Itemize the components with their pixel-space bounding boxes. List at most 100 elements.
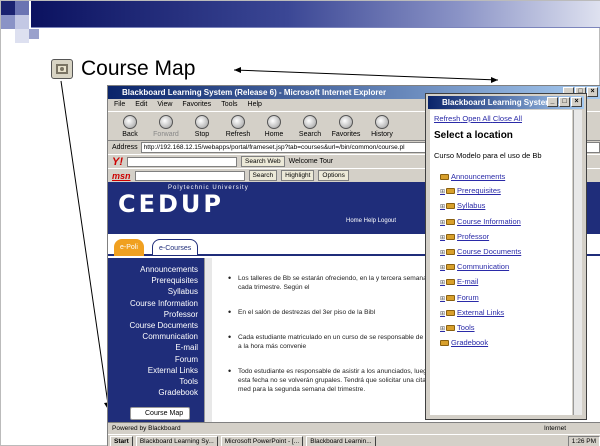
- back-button[interactable]: Back: [112, 115, 148, 140]
- open-all-link[interactable]: Open All: [462, 114, 490, 123]
- refresh-link[interactable]: Refresh: [434, 114, 460, 123]
- expand-icon[interactable]: ⊞: [440, 296, 445, 302]
- site-logo: CEDUP: [118, 190, 225, 218]
- history-button[interactable]: History: [364, 115, 400, 140]
- yahoo-search-input[interactable]: [127, 156, 237, 167]
- browser-title: Blackboard Learning System (Release 6) -…: [122, 88, 387, 97]
- home-icon: [267, 115, 281, 129]
- history-icon: [375, 115, 389, 129]
- course-title[interactable]: Curso Modelo para el uso de Bb: [434, 151, 568, 160]
- stop-label: Stop: [194, 131, 210, 138]
- nav-professor[interactable]: Professor: [108, 309, 204, 320]
- course-map-button[interactable]: Course Map: [130, 407, 190, 420]
- tree-item-label: Course Documents: [457, 247, 522, 257]
- tree-item-external-links[interactable]: ⊞ External Links: [434, 306, 568, 321]
- nav-tools[interactable]: Tools: [108, 376, 204, 387]
- status-zone: Internet: [543, 425, 566, 432]
- menu-edit[interactable]: Edit: [135, 99, 147, 111]
- msn-search-input[interactable]: [134, 170, 245, 181]
- tree-item-label: E-mail: [457, 277, 479, 287]
- favorites-button[interactable]: Favorites: [328, 115, 364, 140]
- tree-item-label: External Links: [457, 307, 505, 317]
- tree-item-label: Professor: [457, 231, 490, 241]
- status-bar: Powered by Blackboard Internet: [108, 422, 600, 433]
- task-blackboard-2[interactable]: Blackboard Learnin...: [306, 436, 376, 446]
- msn-highlight-button[interactable]: Highlight: [281, 170, 315, 181]
- course-menu-scrollbar[interactable]: [204, 258, 212, 422]
- nav-course-information[interactable]: Course Information: [108, 298, 204, 309]
- popup-maximize-icon[interactable]: □: [559, 97, 570, 107]
- clock: 1:26 PM: [567, 436, 600, 446]
- folder-icon: [446, 325, 456, 332]
- expand-icon[interactable]: ⊞: [440, 311, 445, 317]
- announcement-list: Los talleres de Bb se estarán ofreciendo…: [228, 274, 448, 410]
- nav-announcements[interactable]: Announcements: [108, 264, 204, 275]
- folder-icon: [446, 264, 456, 271]
- tree-item-course-information[interactable]: ⊞ Course Information: [434, 215, 568, 230]
- stop-button[interactable]: Stop: [184, 115, 220, 140]
- nav-forum[interactable]: Forum: [108, 354, 204, 365]
- folder-icon: [440, 174, 449, 181]
- task-powerpoint[interactable]: Microsoft PowerPoint - [...: [220, 436, 304, 446]
- expand-icon[interactable]: ⊞: [440, 204, 445, 210]
- popup-scrollbar[interactable]: [573, 110, 582, 415]
- taskbar: Start Blackboard Learning Sy... Microsof…: [108, 434, 600, 446]
- popup-heading: Select a location: [434, 130, 513, 141]
- nav-gradebook[interactable]: Gradebook: [108, 387, 204, 398]
- back-label: Back: [122, 131, 138, 138]
- folder-icon: [446, 218, 456, 225]
- popup-title: Blackboard Learning System...: [442, 98, 559, 107]
- tree-item-e-mail[interactable]: ⊞ E-mail: [434, 275, 568, 290]
- tab-e-poli[interactable]: e-Poli: [114, 239, 144, 256]
- popup-close-icon[interactable]: ×: [571, 97, 582, 107]
- menu-tools[interactable]: Tools: [221, 99, 237, 111]
- header-links[interactable]: Home Help Logout: [346, 218, 396, 224]
- forward-button[interactable]: Forward: [148, 115, 184, 140]
- nav-syllabus[interactable]: Syllabus: [108, 286, 204, 297]
- nav-prerequisites[interactable]: Prerequisites: [108, 275, 204, 286]
- nav-external-links[interactable]: External Links: [108, 365, 204, 376]
- menu-file[interactable]: File: [114, 99, 125, 111]
- tree-item-communication[interactable]: ⊞ Communication: [434, 260, 568, 275]
- start-button[interactable]: Start: [110, 436, 133, 446]
- expand-icon[interactable]: ⊞: [440, 280, 445, 286]
- home-button[interactable]: Home: [256, 115, 292, 140]
- nav-e-mail[interactable]: E-mail: [108, 342, 204, 353]
- msn-options-button[interactable]: Options: [318, 170, 349, 181]
- tree-item-announcements[interactable]: Announcements: [434, 170, 568, 184]
- yahoo-welcome-link[interactable]: Welcome Tour: [289, 158, 333, 165]
- tree-item-professor[interactable]: ⊞ Professor: [434, 230, 568, 245]
- tree-item-prerequisites[interactable]: ⊞ Prerequisites: [434, 184, 568, 199]
- menu-view[interactable]: View: [157, 99, 172, 111]
- tree-item-tools[interactable]: ⊞ Tools: [434, 321, 568, 336]
- tree-item-syllabus[interactable]: ⊞ Syllabus: [434, 199, 568, 214]
- nav-course-documents[interactable]: Course Documents: [108, 320, 204, 331]
- back-icon: [123, 115, 137, 129]
- expand-icon[interactable]: ⊞: [440, 220, 445, 226]
- tree-item-gradebook[interactable]: Gradebook: [434, 336, 568, 350]
- status-text: Powered by Blackboard: [112, 425, 181, 432]
- close-icon[interactable]: ×: [587, 87, 598, 97]
- menu-help[interactable]: Help: [248, 99, 262, 111]
- search-button[interactable]: Search: [292, 115, 328, 140]
- forward-icon: [159, 115, 173, 129]
- expand-icon[interactable]: ⊞: [440, 265, 445, 271]
- search-icon: [303, 115, 317, 129]
- tree-item-label: Announcements: [451, 172, 506, 181]
- close-all-link[interactable]: Close All: [493, 114, 522, 123]
- popup-body: Refresh Open All Close All Select a loca…: [430, 110, 572, 415]
- tree-item-forum[interactable]: ⊞ Forum: [434, 291, 568, 306]
- menu-favorites[interactable]: Favorites: [182, 99, 211, 111]
- expand-icon[interactable]: ⊞: [440, 189, 445, 195]
- msn-search-button[interactable]: Search: [248, 170, 278, 181]
- nav-communication[interactable]: Communication: [108, 331, 204, 342]
- yahoo-search-button[interactable]: Search Web: [241, 156, 285, 167]
- expand-icon[interactable]: ⊞: [440, 235, 445, 241]
- expand-icon[interactable]: ⊞: [440, 250, 445, 256]
- task-blackboard-1[interactable]: Blackboard Learning Sy...: [135, 436, 218, 446]
- tree-item-course-documents[interactable]: ⊞ Course Documents: [434, 245, 568, 260]
- refresh-button[interactable]: Refresh: [220, 115, 256, 140]
- popup-minimize-icon[interactable]: _: [547, 97, 558, 107]
- expand-icon[interactable]: ⊞: [440, 326, 445, 332]
- tab-e-courses[interactable]: e-Courses: [152, 239, 199, 256]
